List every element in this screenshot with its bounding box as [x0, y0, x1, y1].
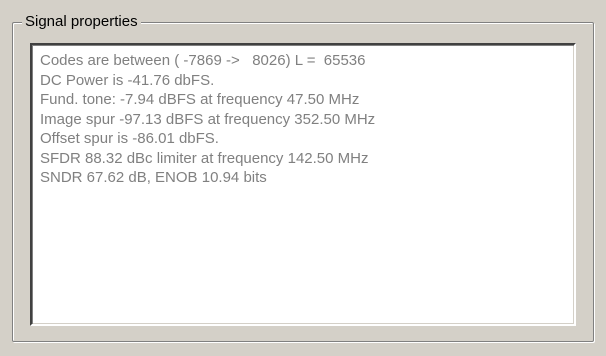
text-line-offset-spur: Offset spur is -86.01 dbFS.: [40, 130, 219, 147]
signal-properties-panel: Signal properties Codes are between ( -7…: [0, 0, 606, 356]
text-line-fundamental-tone: Fund. tone: -7.94 dBFS at frequency 47.5…: [40, 91, 360, 108]
text-line-codes-range: Codes are between ( -7869 -> 8026) L = 6…: [40, 52, 366, 69]
text-line-sfdr: SFDR 88.32 dBc limiter at frequency 142.…: [40, 149, 369, 167]
text-line-dc-power: DC Power is -41.76 dbFS.: [40, 71, 215, 89]
text-line-sndr-enob: SNDR 67.62 dB, ENOB 10.94 bits: [40, 169, 267, 186]
groupbox-title: Signal properties: [22, 13, 141, 31]
text-line-image-spur: Image spur -97.13 dBFS at frequency 352.…: [40, 110, 376, 128]
signal-properties-text-area[interactable]: Codes are between ( -7869 -> 8026) L = 6…: [30, 43, 576, 326]
